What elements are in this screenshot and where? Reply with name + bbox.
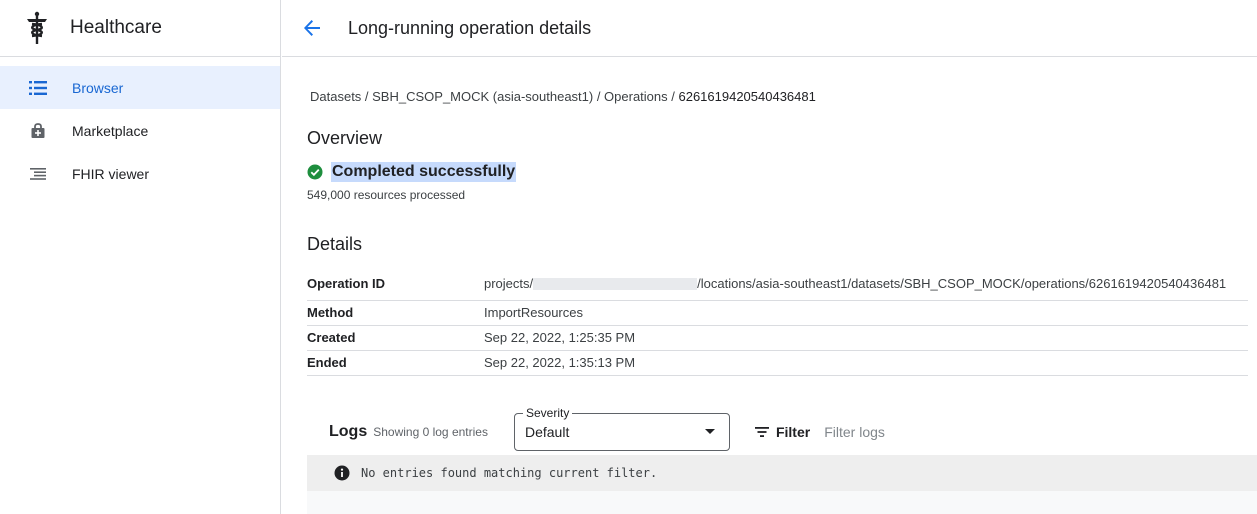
- table-row: Created Sep 22, 2022, 1:25:35 PM: [307, 325, 1248, 351]
- detail-value: ImportResources: [484, 300, 1248, 326]
- sidebar-nav: Browser Marketplace FHIR viewer: [0, 57, 280, 195]
- sidebar-item-label: Browser: [72, 79, 124, 96]
- table-row: Operation ID projects/ /locations/asia-so…: [307, 267, 1248, 301]
- page-title: Long-running operation details: [348, 17, 592, 38]
- operation-id-prefix: projects/: [484, 275, 534, 291]
- details-table: Operation ID projects/ /locations/asia-so…: [307, 267, 1248, 376]
- detail-key: Ended: [307, 350, 484, 376]
- detail-value: Sep 22, 2022, 1:25:35 PM: [484, 325, 1248, 351]
- logs-toolbar: Logs Showing 0 log entries Severity Defa…: [329, 406, 1025, 452]
- sidebar: Healthcare Browser Marketplace FHIR view…: [0, 0, 281, 514]
- back-button[interactable]: [300, 16, 324, 40]
- breadcrumb-current: 6261619420540436481: [678, 89, 816, 104]
- severity-value: Default: [524, 424, 570, 440]
- detail-key: Operation ID: [307, 267, 484, 301]
- redacted-project-id: [533, 278, 698, 291]
- filter-logs-input[interactable]: [824, 424, 1025, 440]
- bag-icon: [29, 122, 47, 140]
- operation-status: Completed successfully: [307, 162, 517, 182]
- detail-key: Created: [307, 325, 484, 351]
- status-text: Completed successfully: [331, 162, 517, 182]
- logs-empty-state: No entries found matching current filter…: [307, 455, 1257, 491]
- filter-label: Filter: [775, 424, 811, 440]
- check-circle-icon: [307, 164, 323, 180]
- product-name: Healthcare: [70, 17, 162, 38]
- tree-list-icon: [29, 165, 47, 183]
- sidebar-item-label: FHIR viewer: [72, 165, 150, 182]
- sidebar-item-label: Marketplace: [72, 122, 149, 139]
- sidebar-item-fhir-viewer[interactable]: FHIR viewer: [0, 152, 280, 195]
- overview-heading: Overview: [307, 128, 383, 148]
- table-row: Ended Sep 22, 2022, 1:35:13 PM: [307, 350, 1248, 376]
- logs-list-area: [307, 491, 1257, 514]
- sidebar-header: Healthcare: [0, 0, 280, 57]
- severity-select[interactable]: Severity Default: [513, 406, 730, 451]
- operation-id-suffix: /locations/asia-southeast1/datasets/SBH_…: [697, 275, 1227, 291]
- details-heading: Details: [307, 234, 363, 254]
- sidebar-item-marketplace[interactable]: Marketplace: [0, 109, 280, 152]
- table-row: Method ImportResources: [307, 300, 1248, 326]
- caret-down-icon: [704, 429, 715, 434]
- list-icon: [29, 79, 47, 97]
- severity-label: Severity: [522, 406, 573, 420]
- arrow-back-icon: [304, 20, 320, 36]
- page-header: Long-running operation details: [282, 0, 1257, 57]
- sidebar-item-browser[interactable]: Browser: [0, 66, 280, 109]
- filter-button[interactable]: Filter: [754, 424, 810, 440]
- empty-message: No entries found matching current filter…: [361, 466, 658, 480]
- detail-value: projects/ /locations/asia-southeast1/data…: [484, 267, 1248, 301]
- logs-title: Logs: [329, 423, 368, 440]
- caduceus-icon: [24, 11, 50, 45]
- logs-count: Showing 0 log entries: [373, 425, 488, 439]
- main-content: Datasets / SBH_CSOP_MOCK (asia-southeast…: [307, 57, 1257, 514]
- info-icon: [334, 465, 350, 481]
- breadcrumb: Datasets / SBH_CSOP_MOCK (asia-southeast…: [310, 89, 816, 104]
- resources-processed: 549,000 resources processed: [307, 188, 466, 202]
- filter-icon: [754, 427, 769, 437]
- detail-value: Sep 22, 2022, 1:35:13 PM: [484, 350, 1248, 376]
- breadcrumb-path[interactable]: Datasets / SBH_CSOP_MOCK (asia-southeast…: [310, 89, 678, 104]
- detail-key: Method: [307, 300, 484, 326]
